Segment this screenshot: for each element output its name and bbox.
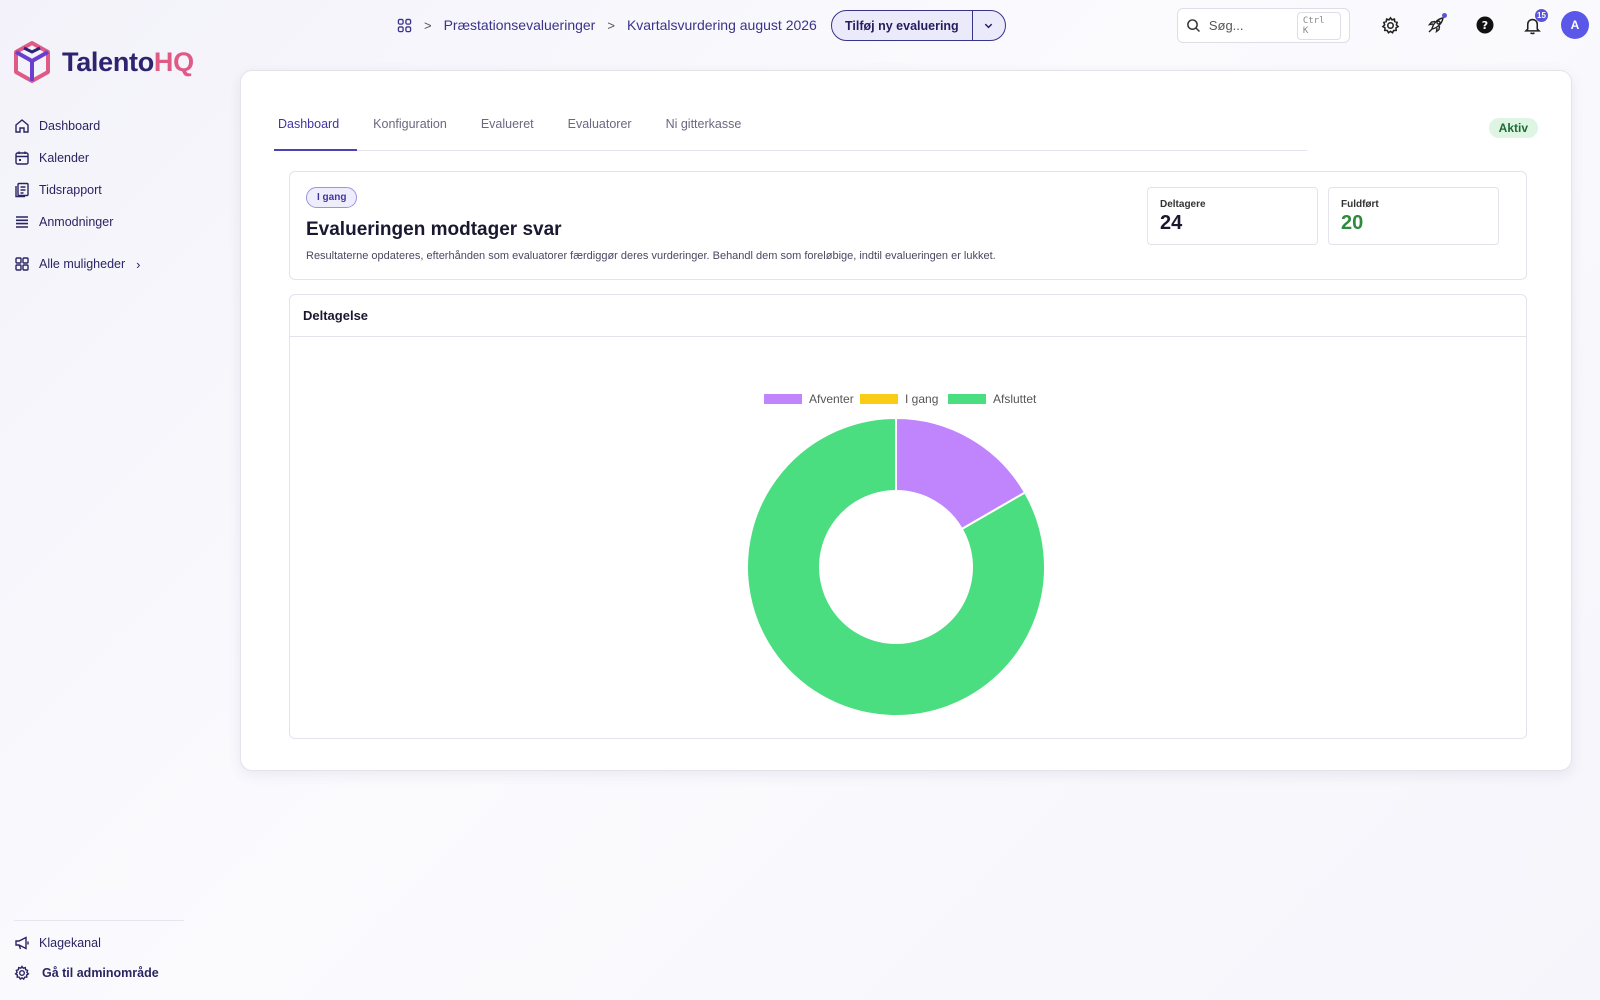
sidebar-bottom-nav: Klagekanal Gå til adminområde <box>14 920 184 988</box>
participation-chart-card: Deltagelse Afventer I gang Afsluttet <box>289 294 1527 739</box>
status-card: I gang Evalueringen modtager svar Result… <box>289 171 1527 280</box>
tab-evalueret[interactable]: Evalueret <box>477 111 552 151</box>
notification-count-badge: 15 <box>1535 9 1548 22</box>
legend-item-0[interactable]: Afventer <box>764 392 854 406</box>
sidebar-item-label: Alle muligheder <box>39 257 126 271</box>
list-icon <box>16 216 28 228</box>
sidebar: TalentoHQ Dashboard Kalender Tidsrapport… <box>0 0 200 1000</box>
status-title: Evalueringen modtager svar <box>306 219 562 240</box>
tab-ni-gitterkasse[interactable]: Ni gitterkasse <box>662 111 760 151</box>
avatar[interactable]: A <box>1561 11 1589 39</box>
legend-label: Afventer <box>809 392 854 406</box>
stat-fuldfoert: Fuldført 20 <box>1328 187 1499 245</box>
chevron-right-icon: > <box>607 17 615 33</box>
sidebar-item-label: Dashboard <box>39 119 101 133</box>
add-evaluation-dropdown[interactable] <box>971 11 1005 40</box>
status-description: Resultaterne opdateres, efterhånden som … <box>306 250 996 262</box>
sidebar-nav: Dashboard Kalender Tidsrapport Anmodning… <box>14 110 141 280</box>
stat-value: 24 <box>1160 212 1183 234</box>
search-input[interactable] <box>1208 18 1289 33</box>
sidebar-item-label: Anmodninger <box>39 215 114 229</box>
whats-new-button[interactable] <box>1424 13 1448 37</box>
legend-label: Afsluttet <box>993 392 1037 406</box>
timesheet-icon <box>15 182 29 198</box>
sidebar-item-label: Gå til adminområde <box>42 966 159 980</box>
help-icon: ? <box>1476 16 1494 34</box>
sidebar-item-label: Tidsrapport <box>39 183 102 197</box>
breadcrumb-item-current[interactable]: Kvartalsvurdering august 2026 <box>627 17 817 33</box>
legend-item-2[interactable]: Afsluttet <box>948 392 1037 406</box>
legend-swatch <box>860 394 898 404</box>
home-icon <box>15 119 29 133</box>
stat-value: 20 <box>1341 212 1364 234</box>
breadcrumb: > Præstationsevalueringer > Kvartalsvurd… <box>397 14 817 36</box>
legend-swatch <box>764 394 802 404</box>
progress-pill: I gang <box>306 187 358 208</box>
sidebar-item-kalender[interactable]: Kalender <box>14 142 141 174</box>
legend-item-1[interactable]: I gang <box>860 392 938 406</box>
stat-deltagere: Deltagere 24 <box>1147 187 1318 245</box>
stat-label: Fuldført <box>1341 199 1379 210</box>
search-icon <box>1187 19 1200 33</box>
sidebar-item-label: Kalender <box>39 151 90 165</box>
chevron-right-icon: > <box>424 17 432 33</box>
search-shortcut-hint: Ctrl K <box>1296 11 1341 40</box>
gear-icon <box>1381 15 1399 34</box>
main-content-card: Dashboard Konfiguration Evalueret Evalua… <box>240 70 1572 771</box>
breadcrumb-item-evalueringer[interactable]: Præstationsevalueringer <box>444 17 596 33</box>
rocket-icon <box>1427 17 1444 34</box>
tab-evaluatorer[interactable]: Evaluatorer <box>564 111 650 151</box>
sidebar-item-tidsrapport[interactable]: Tidsrapport <box>14 174 141 206</box>
participation-donut-chart: Afventer I gang Afsluttet <box>746 392 1046 717</box>
add-evaluation-split-button: Tilføj ny evaluering <box>831 10 1006 41</box>
sidebar-item-klagekanal[interactable]: Klagekanal <box>14 928 184 958</box>
legend-label: I gang <box>905 392 938 406</box>
sidebar-item-dashboard[interactable]: Dashboard <box>14 110 141 142</box>
sidebar-item-alle-muligheder[interactable]: Alle muligheder › <box>14 248 141 280</box>
status-badge: Aktiv <box>1488 118 1538 138</box>
sidebar-item-label: Klagekanal <box>39 936 101 950</box>
legend-swatch <box>948 394 986 404</box>
chevron-right-icon: › <box>136 256 141 272</box>
search-box: Ctrl K <box>1177 8 1350 43</box>
logo-cube-icon <box>14 41 50 83</box>
help-button[interactable]: ? <box>1473 13 1497 37</box>
add-evaluation-button[interactable]: Tilføj ny evaluering <box>832 11 972 40</box>
notifications-button[interactable]: 15 <box>1520 9 1548 37</box>
logo-text: TalentoHQ <box>62 46 194 77</box>
tab-bar: Dashboard Konfiguration Evalueret Evalua… <box>274 111 1307 151</box>
logo[interactable]: TalentoHQ <box>12 40 194 84</box>
grid-icon <box>15 257 29 271</box>
tab-dashboard[interactable]: Dashboard <box>274 111 358 151</box>
tab-konfiguration[interactable]: Konfiguration <box>369 111 465 151</box>
new-indicator-dot <box>1442 13 1447 18</box>
settings-button[interactable] <box>1378 13 1402 37</box>
calendar-icon <box>15 151 29 165</box>
svg-text:?: ? <box>1482 19 1488 32</box>
sidebar-item-anmodninger[interactable]: Anmodninger <box>14 206 141 238</box>
sidebar-item-adminomraade[interactable]: Gå til adminområde <box>14 958 184 988</box>
gear-icon <box>14 965 30 981</box>
megaphone-icon <box>15 936 29 950</box>
apps-icon[interactable] <box>397 18 412 33</box>
chevron-down-icon <box>984 23 993 29</box>
chart-title: Deltagelse <box>290 295 1526 337</box>
stat-label: Deltagere <box>1160 199 1206 210</box>
